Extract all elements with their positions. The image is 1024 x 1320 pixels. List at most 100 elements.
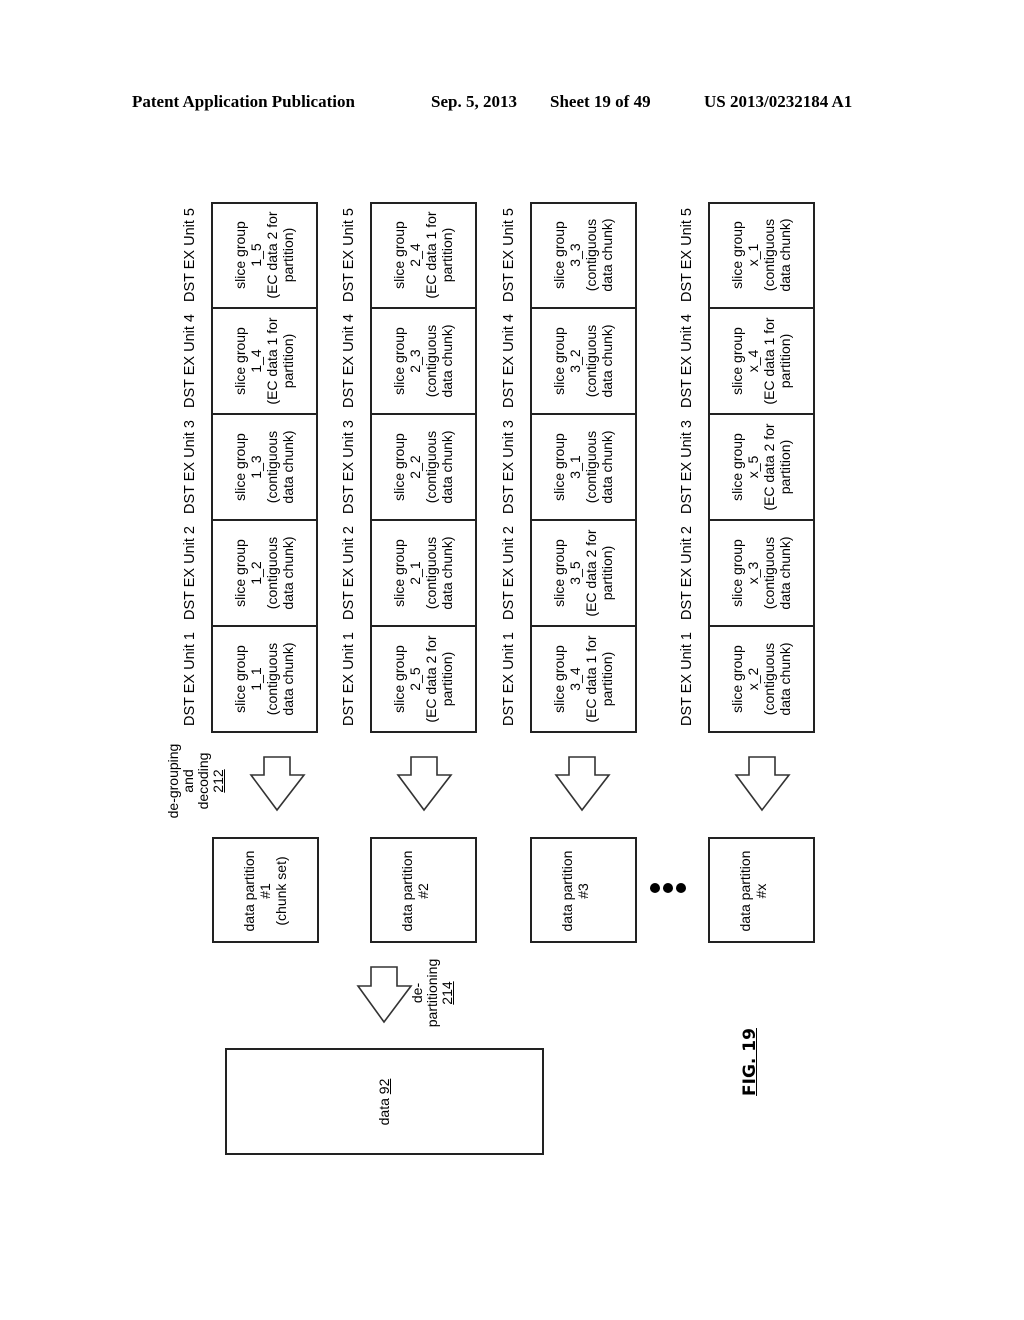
slice-group-desc1: (EC data 2 for bbox=[582, 529, 599, 617]
slice-group-title: slice group bbox=[550, 433, 567, 501]
slice-group-id: 2_3 bbox=[406, 349, 423, 373]
slice-group-desc1: (contiguous bbox=[582, 324, 599, 398]
slice-group-cell: slice group x_4 (EC data 1 for partition) bbox=[729, 311, 795, 411]
slice-group-cell: slice group 1_5 (EC data 2 for partition) bbox=[232, 205, 298, 305]
cell-divider bbox=[211, 519, 318, 521]
slice-group-id: x_2 bbox=[744, 667, 761, 691]
cell-divider bbox=[708, 625, 815, 627]
slice-group-desc2: partition) bbox=[279, 333, 296, 389]
slice-group-title: slice group bbox=[728, 221, 745, 289]
slice-group-id: 3_2 bbox=[566, 349, 583, 373]
unit-label: DST EX Unit 3 bbox=[182, 419, 198, 515]
unit-label: DST EX Unit 2 bbox=[679, 525, 695, 621]
slice-group-desc1: (EC data 1 for bbox=[263, 317, 280, 405]
slice-group-id: 2_4 bbox=[406, 243, 423, 267]
cell-divider bbox=[530, 413, 637, 415]
unit-label: DST EX Unit 5 bbox=[501, 207, 517, 303]
slice-group-desc2: data chunk) bbox=[598, 324, 615, 398]
unit-label: DST EX Unit 1 bbox=[679, 631, 695, 727]
slice-group-cell: slice group 1_3 (contiguous data chunk) bbox=[232, 417, 298, 517]
ellipsis-dot bbox=[676, 883, 686, 893]
slice-group-id: 1_2 bbox=[247, 561, 264, 585]
slice-group-desc1: (contiguous bbox=[422, 536, 439, 610]
degrouping-arrow bbox=[396, 756, 453, 812]
partition-line2: #3 bbox=[575, 883, 591, 899]
sheet-number: Sheet 19 of 49 bbox=[550, 92, 651, 111]
degrouping-arrow bbox=[734, 756, 791, 812]
partition-line3: (chunk set) bbox=[273, 856, 289, 926]
publication-date: Sep. 5, 2013 bbox=[431, 92, 517, 111]
unit-label: DST EX Unit 3 bbox=[341, 419, 357, 515]
degrouping-label-line1: de-grouping bbox=[165, 743, 181, 819]
cell-divider bbox=[211, 307, 318, 309]
slice-group-desc2: data chunk) bbox=[776, 218, 793, 292]
slice-group-cell: slice group 3_1 (contiguous data chunk) bbox=[551, 417, 617, 517]
cell-divider bbox=[370, 413, 477, 415]
slice-group-desc2: data chunk) bbox=[438, 324, 455, 398]
cell-divider bbox=[370, 625, 477, 627]
data-box: data 92 bbox=[225, 1048, 544, 1155]
slice-group-title: slice group bbox=[550, 645, 567, 713]
slice-group-desc1: (contiguous bbox=[760, 642, 777, 716]
ellipsis-dot bbox=[663, 883, 673, 893]
cell-divider bbox=[708, 519, 815, 521]
degrouping-label-line3: decoding bbox=[195, 752, 211, 810]
slice-group-desc2: data chunk) bbox=[279, 642, 296, 716]
slice-group-id: 3_3 bbox=[566, 243, 583, 267]
slice-group-desc2: partition) bbox=[438, 227, 455, 283]
unit-label: DST EX Unit 1 bbox=[182, 631, 198, 727]
unit-label: DST EX Unit 4 bbox=[341, 313, 357, 409]
slice-group-cell: slice group x_2 (contiguous data chunk) bbox=[729, 629, 795, 729]
slice-group-desc1: (EC data 1 for bbox=[422, 211, 439, 299]
degrouping-arrow bbox=[554, 756, 611, 812]
data-partition-label: data partition #x bbox=[737, 841, 787, 941]
slice-group-title: slice group bbox=[728, 327, 745, 395]
slice-group-desc2: data chunk) bbox=[438, 536, 455, 610]
unit-label: DST EX Unit 5 bbox=[679, 207, 695, 303]
data-partition-box: data partition #3 bbox=[530, 837, 637, 943]
slice-group-desc1: (EC data 2 for bbox=[422, 635, 439, 723]
unit-label: DST EX Unit 5 bbox=[182, 207, 198, 303]
degrouping-arrow bbox=[249, 756, 306, 812]
slice-group-desc1: (contiguous bbox=[263, 430, 280, 504]
unit-label: DST EX Unit 4 bbox=[501, 313, 517, 409]
cell-divider bbox=[370, 519, 477, 521]
unit-label: DST EX Unit 3 bbox=[679, 419, 695, 515]
slice-group-id: 3_5 bbox=[566, 561, 583, 585]
slice-group-desc2: partition) bbox=[598, 545, 615, 601]
cell-divider bbox=[211, 413, 318, 415]
slice-group-title: slice group bbox=[728, 645, 745, 713]
slice-group-title: slice group bbox=[550, 327, 567, 395]
slice-group-title: slice group bbox=[390, 433, 407, 501]
slice-group-desc1: (contiguous bbox=[760, 218, 777, 292]
slice-group-desc2: partition) bbox=[438, 651, 455, 707]
data-label: data bbox=[376, 1098, 392, 1126]
slice-group-id: 1_5 bbox=[247, 243, 264, 267]
slice-group-desc1: (contiguous bbox=[582, 430, 599, 504]
data-partition-label: data partition #3 bbox=[559, 841, 609, 941]
slice-group-desc1: (contiguous bbox=[582, 218, 599, 292]
cell-divider bbox=[708, 413, 815, 415]
unit-label: DST EX Unit 2 bbox=[182, 525, 198, 621]
partition-line1: data partition bbox=[399, 850, 415, 932]
departitioning-arrow bbox=[356, 966, 413, 1024]
unit-label: DST EX Unit 4 bbox=[182, 313, 198, 409]
slice-group-desc2: data chunk) bbox=[438, 430, 455, 504]
degrouping-label: de-grouping and decoding 212 bbox=[165, 731, 226, 831]
slice-group-id: x_3 bbox=[744, 561, 761, 585]
slice-group-cell: slice group 3_5 (EC data 2 for partition) bbox=[551, 523, 617, 623]
slice-group-cell: slice group 1_1 (contiguous data chunk) bbox=[232, 629, 298, 729]
slice-group-cell: slice group 3_4 (EC data 1 for partition) bbox=[551, 629, 617, 729]
slice-group-title: slice group bbox=[231, 221, 248, 289]
slice-group-id: 3_4 bbox=[566, 667, 583, 691]
partition-line2: #x bbox=[753, 883, 769, 899]
slice-group-title: slice group bbox=[390, 539, 407, 607]
slice-group-cell: slice group x_5 (EC data 2 for partition) bbox=[729, 417, 795, 517]
slice-group-desc2: partition) bbox=[279, 227, 296, 283]
slice-group-title: slice group bbox=[728, 539, 745, 607]
slice-group-title: slice group bbox=[390, 645, 407, 713]
slice-group-desc2: partition) bbox=[598, 651, 615, 707]
slice-group-desc1: (EC data 2 for bbox=[263, 211, 280, 299]
patent-number: US 2013/0232184 A1 bbox=[704, 92, 853, 111]
departitioning-ref: 214 bbox=[439, 981, 455, 1005]
